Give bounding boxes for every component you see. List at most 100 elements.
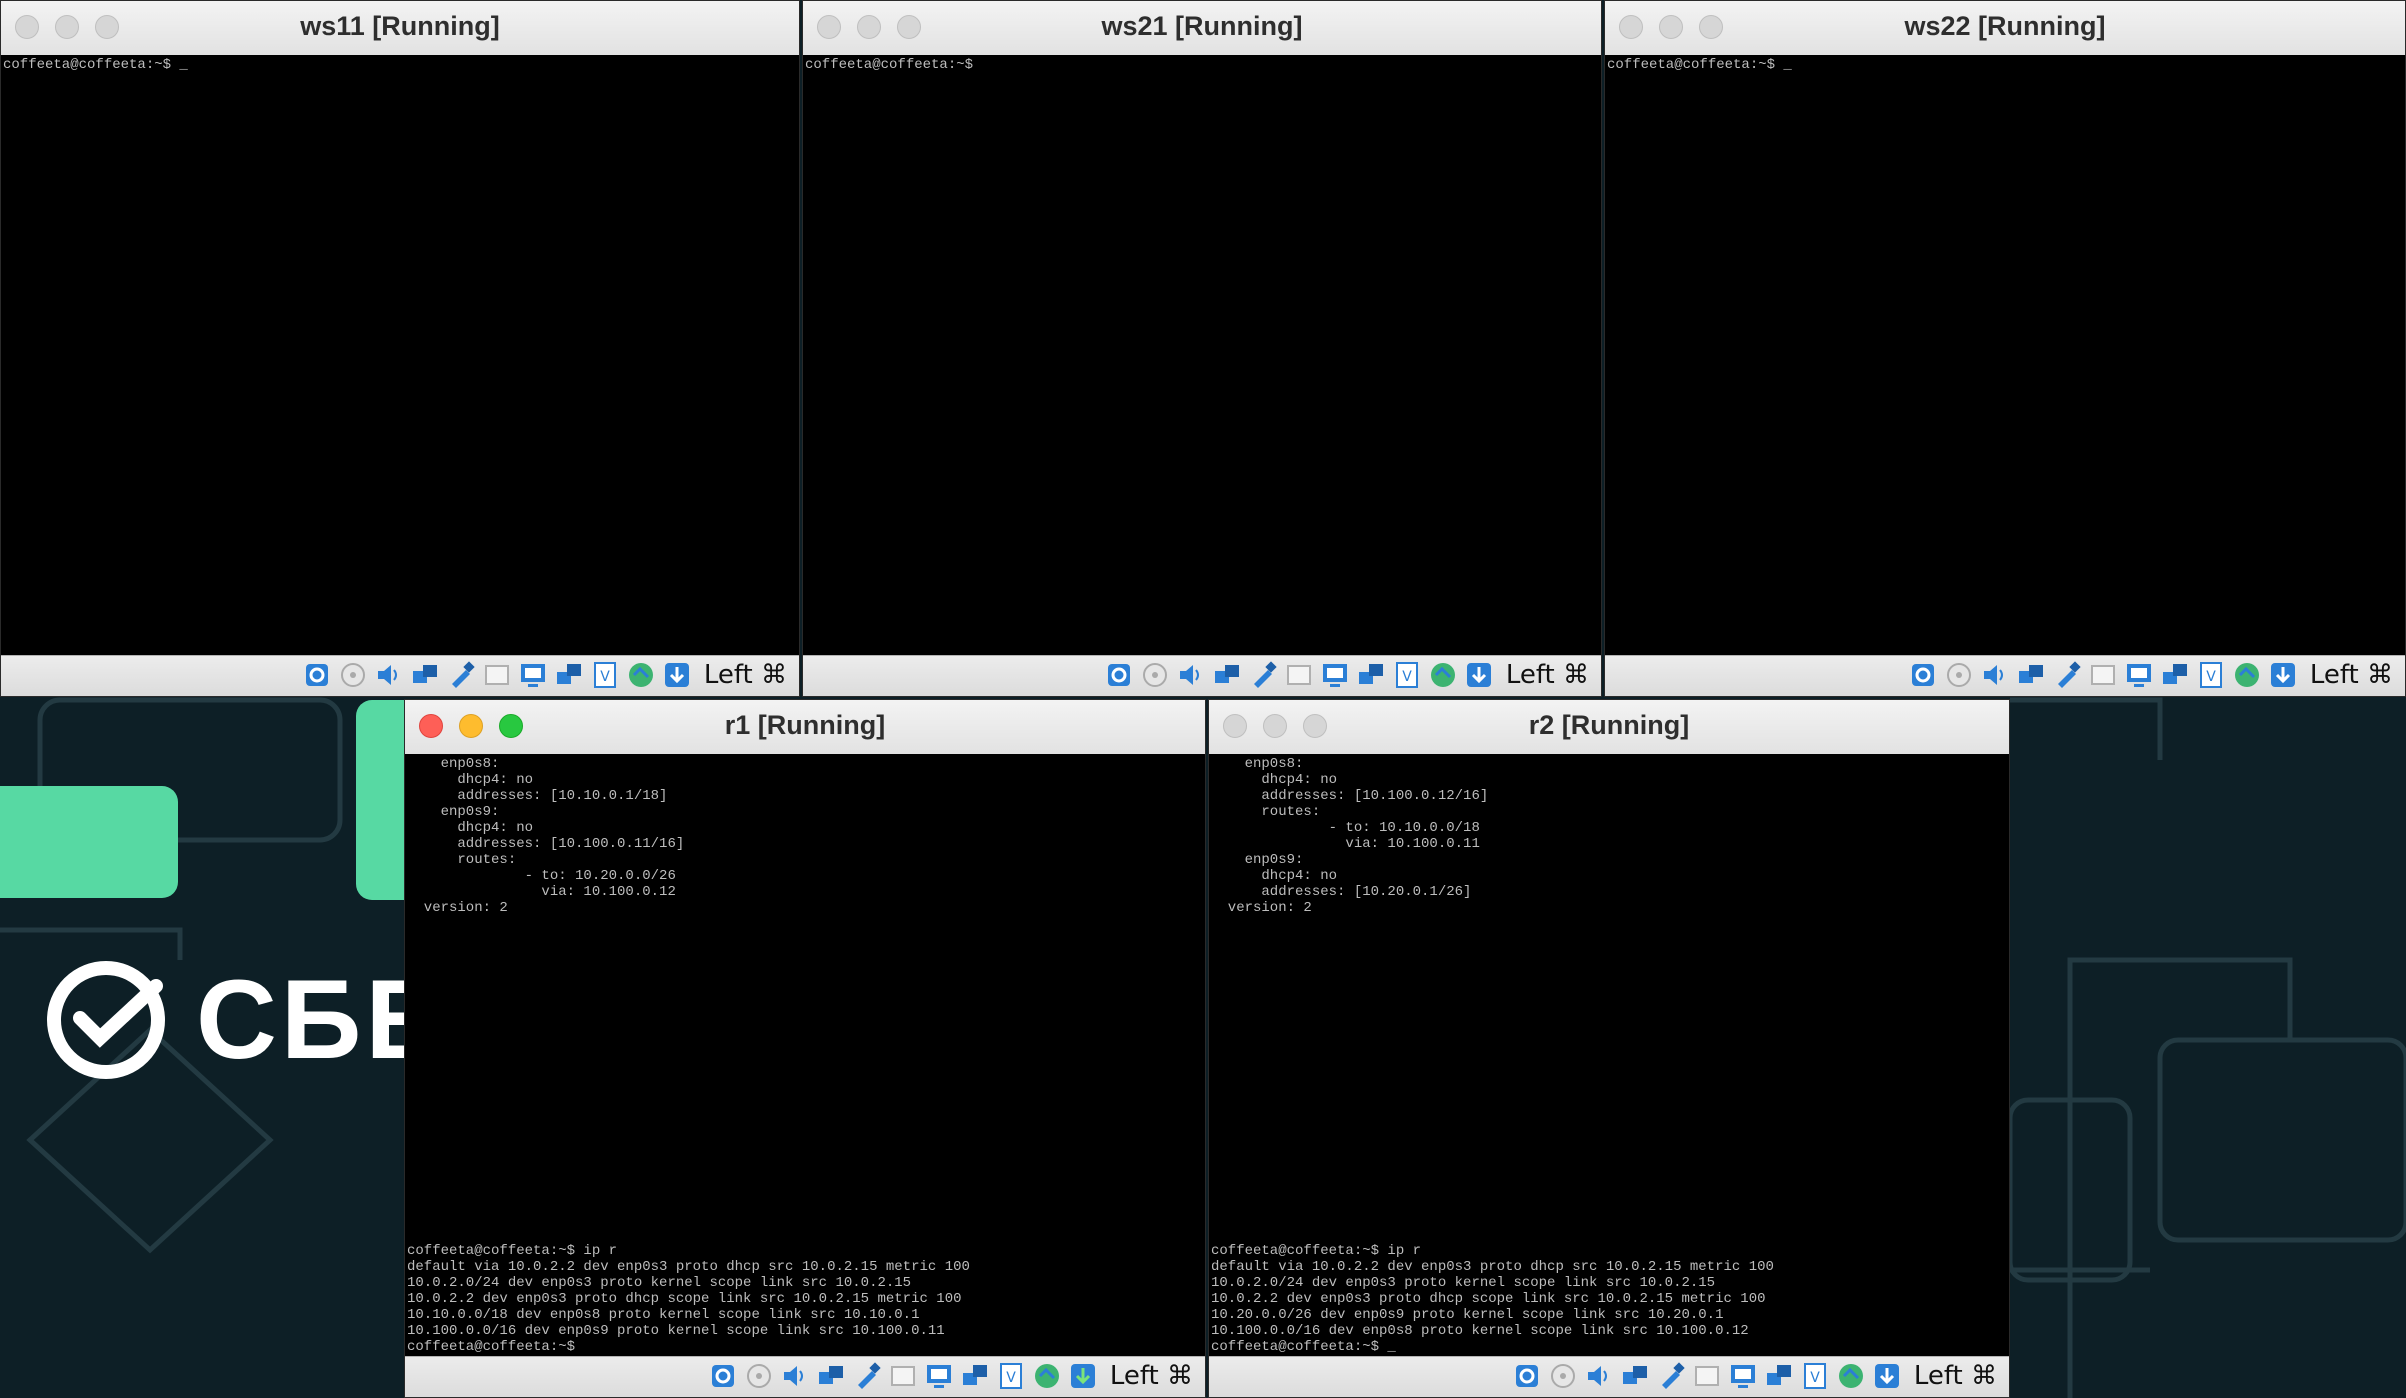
video-capture-icon[interactable]	[2160, 660, 2190, 690]
display-icon[interactable]	[518, 660, 548, 690]
recording-icon[interactable]: V	[2196, 660, 2226, 690]
optical-drive-icon[interactable]	[338, 660, 368, 690]
shared-folder-icon[interactable]	[888, 1361, 918, 1391]
hard-disk-icon[interactable]	[1908, 660, 1938, 690]
audio-icon[interactable]	[1176, 660, 1206, 690]
video-capture-icon[interactable]	[554, 660, 584, 690]
hard-disk-icon[interactable]	[1104, 660, 1134, 690]
network-icon[interactable]	[410, 660, 440, 690]
usb-icon[interactable]	[2052, 660, 2082, 690]
status-icons: V Left ⌘	[1908, 660, 2393, 690]
svg-text:V: V	[1810, 1370, 1820, 1386]
svg-text:V: V	[600, 669, 610, 685]
vm-window-ws21[interactable]: ws21 [Running] coffeeta@coffeeta:~$ V Le…	[802, 0, 1602, 697]
optical-drive-icon[interactable]	[1944, 660, 1974, 690]
optical-drive-icon[interactable]	[1140, 660, 1170, 690]
shared-folder-icon[interactable]	[2088, 660, 2118, 690]
terminal-output-routes: coffeeta@coffeeta:~$ ip r default via 10…	[407, 1243, 970, 1355]
usb-icon[interactable]	[1656, 1361, 1686, 1391]
usb-icon[interactable]	[1248, 660, 1278, 690]
terminal-output-netplan: enp0s8: dhcp4: no addresses: [10.100.0.1…	[1227, 756, 1489, 916]
window-title: ws21 [Running]	[1101, 11, 1303, 41]
mouse-integration-icon[interactable]	[1068, 1361, 1098, 1391]
audio-icon[interactable]	[374, 660, 404, 690]
hard-disk-icon[interactable]	[302, 660, 332, 690]
keyboard-capture-icon[interactable]	[1872, 1361, 1902, 1391]
optical-drive-icon[interactable]	[744, 1361, 774, 1391]
vm-status-bar: V Left ⌘	[405, 1356, 1205, 1397]
network-icon[interactable]	[2016, 660, 2046, 690]
network-icon[interactable]	[1620, 1361, 1650, 1391]
window-titlebar[interactable]: ws22 [Running]	[1605, 1, 2405, 56]
status-icons: V Left ⌘	[1512, 1361, 1997, 1391]
brand-accent-shape-2	[356, 700, 406, 900]
window-titlebar[interactable]: r1 [Running]	[405, 700, 1205, 755]
vm-window-ws22[interactable]: ws22 [Running] coffeeta@coffeeta:~$ _ V …	[1604, 0, 2406, 697]
keyboard-capture-icon[interactable]	[1464, 660, 1494, 690]
optical-drive-icon[interactable]	[1548, 1361, 1578, 1391]
cpu-icon[interactable]	[2232, 660, 2262, 690]
video-capture-icon[interactable]	[1356, 660, 1386, 690]
svg-text:V: V	[2206, 669, 2216, 685]
cpu-icon[interactable]	[1032, 1361, 1062, 1391]
host-key-label: Left ⌘	[1913, 1361, 1997, 1391]
vm-screen[interactable]: enp0s8: dhcp4: no addresses: [10.100.0.1…	[1209, 754, 2009, 1357]
cpu-icon[interactable]	[626, 660, 656, 690]
terminal-output: coffeeta@coffeeta:~$ _	[3, 57, 188, 73]
vm-screen[interactable]: coffeeta@coffeeta:~$ _	[1, 55, 799, 656]
window-title: ws11 [Running]	[300, 11, 500, 41]
status-icons: V Left ⌘	[708, 1361, 1193, 1391]
vm-status-bar: V Left ⌘	[1, 655, 799, 696]
keyboard-capture-icon[interactable]	[662, 660, 692, 690]
network-icon[interactable]	[816, 1361, 846, 1391]
terminal-output: coffeeta@coffeeta:~$	[805, 57, 974, 73]
terminal-output-routes: coffeeta@coffeeta:~$ ip r default via 10…	[1211, 1243, 1774, 1355]
recording-icon[interactable]: V	[996, 1361, 1026, 1391]
video-capture-icon[interactable]	[960, 1361, 990, 1391]
recording-icon[interactable]: V	[1800, 1361, 1830, 1391]
terminal-output: coffeeta@coffeeta:~$ _	[1607, 57, 1792, 73]
window-title: ws22 [Running]	[1904, 11, 2106, 41]
usb-icon[interactable]	[446, 660, 476, 690]
window-titlebar[interactable]: ws11 [Running]	[1, 1, 799, 56]
svg-text:V: V	[1402, 669, 1412, 685]
video-capture-icon[interactable]	[1764, 1361, 1794, 1391]
window-title: r2 [Running]	[1528, 710, 1690, 740]
usb-icon[interactable]	[852, 1361, 882, 1391]
recording-icon[interactable]: V	[1392, 660, 1422, 690]
network-icon[interactable]	[1212, 660, 1242, 690]
window-titlebar[interactable]: ws21 [Running]	[803, 1, 1601, 56]
keyboard-capture-icon[interactable]	[2268, 660, 2298, 690]
host-key-label: Left ⌘	[703, 660, 787, 690]
vm-screen[interactable]: coffeeta@coffeeta:~$	[803, 55, 1601, 656]
audio-icon[interactable]	[780, 1361, 810, 1391]
shared-folder-icon[interactable]	[482, 660, 512, 690]
vm-window-r1[interactable]: r1 [Running] enp0s8: dhcp4: no addresses…	[404, 699, 1206, 1398]
brand-logo: СБЕ	[46, 960, 444, 1080]
host-key-label: Left ⌘	[1109, 1361, 1193, 1391]
display-icon[interactable]	[924, 1361, 954, 1391]
recording-icon[interactable]: V	[590, 660, 620, 690]
hard-disk-icon[interactable]	[708, 1361, 738, 1391]
shared-folder-icon[interactable]	[1284, 660, 1314, 690]
host-key-label: Left ⌘	[1505, 660, 1589, 690]
audio-icon[interactable]	[1980, 660, 2010, 690]
vm-status-bar: V Left ⌘	[1209, 1356, 2009, 1397]
shared-folder-icon[interactable]	[1692, 1361, 1722, 1391]
host-key-label: Left ⌘	[2309, 660, 2393, 690]
window-titlebar[interactable]: r2 [Running]	[1209, 700, 2009, 755]
cpu-icon[interactable]	[1836, 1361, 1866, 1391]
window-title: r1 [Running]	[724, 710, 886, 740]
vm-window-ws11[interactable]: ws11 [Running] coffeeta@coffeeta:~$ _ V …	[0, 0, 800, 697]
vm-screen[interactable]: enp0s8: dhcp4: no addresses: [10.10.0.1/…	[405, 754, 1205, 1357]
display-icon[interactable]	[2124, 660, 2154, 690]
audio-icon[interactable]	[1584, 1361, 1614, 1391]
vm-status-bar: V Left ⌘	[803, 655, 1601, 696]
display-icon[interactable]	[1728, 1361, 1758, 1391]
cpu-icon[interactable]	[1428, 660, 1458, 690]
vm-screen[interactable]: coffeeta@coffeeta:~$ _	[1605, 55, 2405, 656]
status-icons: V Left ⌘	[1104, 660, 1589, 690]
display-icon[interactable]	[1320, 660, 1350, 690]
hard-disk-icon[interactable]	[1512, 1361, 1542, 1391]
vm-window-r2[interactable]: r2 [Running] enp0s8: dhcp4: no addresses…	[1208, 699, 2010, 1398]
